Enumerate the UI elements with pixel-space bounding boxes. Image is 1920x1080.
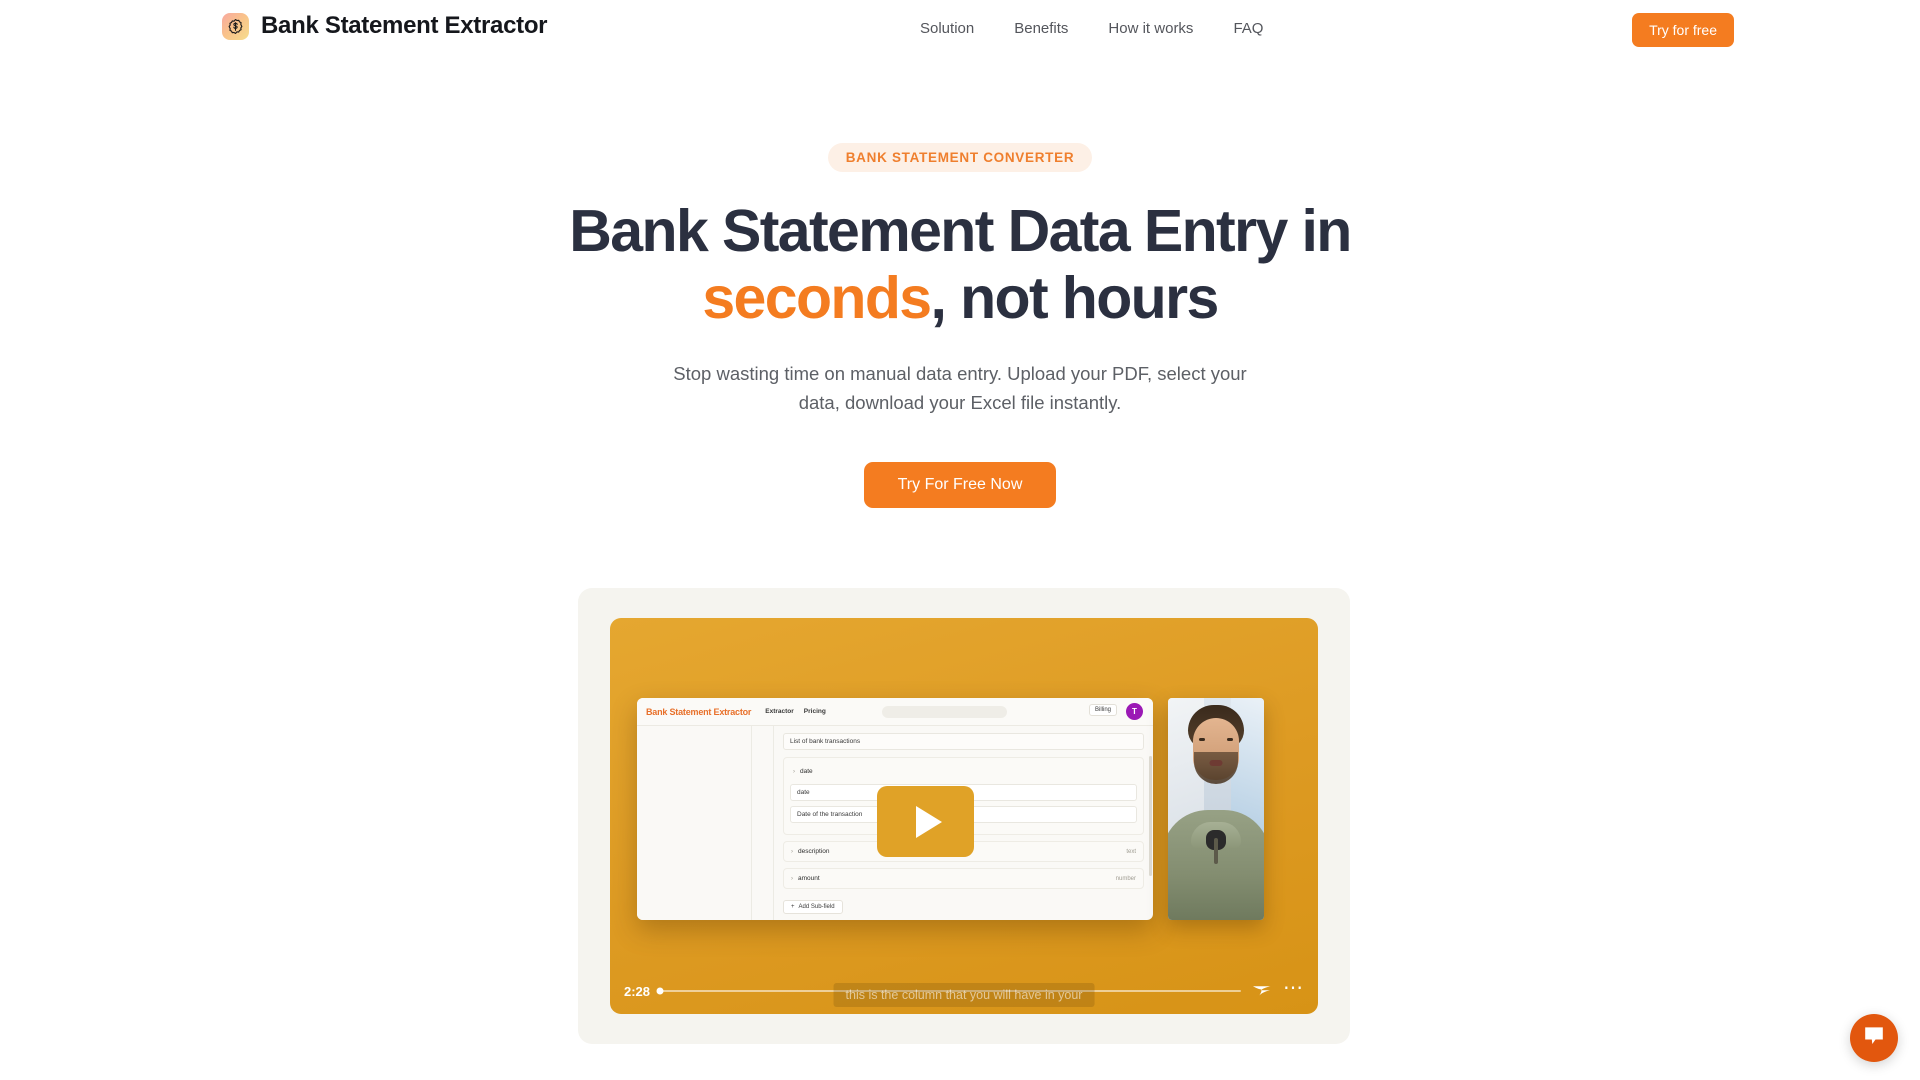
webcam-person-eye-right	[1227, 738, 1233, 741]
field-name-date: date	[800, 768, 813, 775]
field-name-amount: amount	[798, 875, 820, 882]
dollar-badge-icon	[222, 12, 249, 40]
nav-item-faq[interactable]: FAQ	[1233, 20, 1263, 37]
app-brand-name: Bank Statement Extractor	[646, 706, 752, 717]
brand-name: Bank Statement Extractor	[261, 12, 548, 39]
page-title: Bank Statement Data Entry in seconds, no…	[0, 198, 1920, 333]
app-topbar: Bank Statement Extractor Extractor Prici…	[637, 698, 1153, 726]
main-nav: Solution Benefits How it works FAQ	[920, 20, 1263, 37]
app-sidebar-secondary	[752, 726, 774, 920]
chevron-right-icon: ›	[791, 849, 793, 855]
app-nav-item-extractor: Extractor	[765, 708, 794, 715]
eyebrow-wrapper: BANK STATEMENT CONVERTER	[0, 143, 1920, 172]
chat-bubble-icon	[1862, 1025, 1886, 1052]
field-group-amount: › amount number	[783, 868, 1144, 889]
chat-widget-button[interactable]	[1850, 1014, 1898, 1062]
video-timestamp: 2:28	[624, 983, 651, 999]
hero-subtitle: Stop wasting time on manual data entry. …	[673, 363, 1247, 413]
app-nav-item-pricing: Pricing	[803, 708, 826, 715]
eyebrow-badge: BANK STATEMENT CONVERTER	[827, 143, 1093, 172]
hero-cta-wrapper: Try For Free Now	[0, 462, 1920, 508]
video-progress-handle[interactable]	[656, 987, 664, 995]
webcam-person-eye-left	[1199, 738, 1205, 741]
hero-try-for-free-now-button[interactable]: Try For Free Now	[863, 462, 1057, 508]
headline-line-2-rest: , not hours	[930, 265, 1219, 332]
app-scrollbar	[1149, 756, 1152, 876]
more-options-icon[interactable]: ⋯	[1283, 978, 1304, 999]
webcam-person-mouth	[1209, 760, 1223, 766]
brand-logo-link[interactable]: Bank Statement Extractor	[222, 12, 548, 40]
video-caption: this is the column that you will have in…	[833, 983, 1095, 1007]
nav-item-how-it-works[interactable]: How it works	[1108, 20, 1193, 37]
play-button[interactable]	[877, 786, 974, 857]
field-row-amount: › amount number	[788, 871, 1139, 886]
chevron-right-icon: ›	[793, 769, 795, 775]
nav-item-solution[interactable]: Solution	[920, 20, 974, 37]
webcam-person-zipper	[1214, 838, 1218, 864]
app-nav: Extractor Pricing	[765, 708, 826, 715]
chevron-right-icon: ›	[791, 876, 793, 882]
add-sub-field-label: Add Sub-field	[798, 904, 835, 910]
loom-logo-icon[interactable]	[1251, 983, 1273, 999]
field-title-input: List of bank transactions	[783, 733, 1144, 750]
video-card: Bank Statement Extractor Extractor Prici…	[578, 588, 1350, 1044]
app-search-input	[882, 706, 1007, 718]
header-try-for-free-button[interactable]: Try for free	[1632, 13, 1734, 47]
field-row-date: › date	[790, 764, 1137, 779]
app-sidebar	[637, 726, 752, 920]
headline-line-1: Bank Statement Data Entry in	[569, 198, 1352, 264]
avatar: T	[1126, 703, 1143, 720]
plus-icon: +	[791, 904, 795, 910]
nav-item-benefits[interactable]: Benefits	[1014, 20, 1068, 37]
play-icon	[915, 805, 942, 838]
field-type-description: text	[1126, 848, 1136, 855]
webcam-overlay	[1168, 698, 1264, 920]
site-header: Bank Statement Extractor Solution Benefi…	[0, 0, 1920, 64]
field-name-description: description	[798, 848, 830, 855]
field-type-amount: number	[1115, 875, 1136, 882]
add-sub-field-button: + Add Sub-field	[783, 900, 843, 914]
headline-accent-word: seconds	[702, 265, 932, 332]
app-billing-button: Billing	[1088, 704, 1117, 716]
video-player[interactable]: Bank Statement Extractor Extractor Prici…	[610, 618, 1318, 1014]
